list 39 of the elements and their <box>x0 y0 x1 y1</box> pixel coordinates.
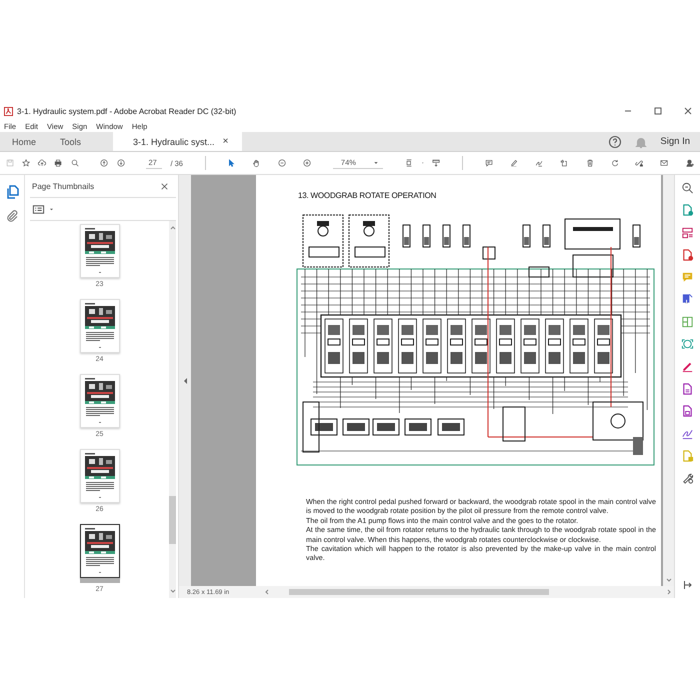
scroll-down-icon[interactable] <box>170 589 176 594</box>
scroll-right-icon[interactable] <box>667 589 672 595</box>
scan-icon[interactable] <box>681 337 694 352</box>
selection-bar <box>80 578 120 583</box>
window-title: 3-1. Hydraulic system.pdf - Adobe Acrobat Reader DC (32-bit) <box>17 106 238 116</box>
expand-panel-icon[interactable] <box>682 580 692 590</box>
scroll-up-icon[interactable] <box>170 225 176 230</box>
sign-in-link[interactable]: Sign In <box>660 136 690 147</box>
document-icon[interactable] <box>681 404 694 418</box>
close-icon[interactable] <box>159 180 170 192</box>
close-tab-button[interactable]: × <box>222 136 228 147</box>
help-icon[interactable] <box>608 134 622 148</box>
document-icon[interactable] <box>681 203 694 218</box>
paperclip-icon[interactable] <box>6 209 18 222</box>
tab[interactable]: 3-1. Hydraulic syst... × <box>113 132 242 151</box>
panel-title: Page Thumbnails <box>32 182 94 190</box>
pages-icon[interactable] <box>6 185 18 199</box>
wrench-icon[interactable] <box>681 470 694 485</box>
scrollbar[interactable] <box>169 221 176 598</box>
pdf-file-icon <box>4 106 13 116</box>
tab[interactable]: Home <box>0 132 48 151</box>
page-heading: 13. WOODGRAB ROTATE OPERATION <box>298 191 438 200</box>
scroll-down-icon[interactable] <box>666 578 672 583</box>
tab[interactable]: Tools <box>48 132 94 151</box>
zoom-document-icon[interactable] <box>681 181 694 195</box>
document-icon[interactable] <box>681 248 694 262</box>
thumbnail-options-icon[interactable] <box>32 202 45 216</box>
maximize-icon[interactable] <box>652 105 664 117</box>
scroll-thumb[interactable] <box>289 589 549 595</box>
scroll-thumb[interactable] <box>169 496 176 544</box>
collapse-arrow-icon[interactable] <box>182 376 188 384</box>
close-icon[interactable] <box>682 105 694 117</box>
page-thumbnail[interactable] <box>80 524 120 578</box>
scrollbar[interactable] <box>663 175 674 586</box>
layout-icon[interactable] <box>681 226 694 240</box>
document-icon[interactable] <box>681 292 694 306</box>
scroll-left-icon[interactable] <box>264 589 269 595</box>
document-icon[interactable] <box>681 382 694 396</box>
split-page-icon[interactable] <box>681 314 694 329</box>
